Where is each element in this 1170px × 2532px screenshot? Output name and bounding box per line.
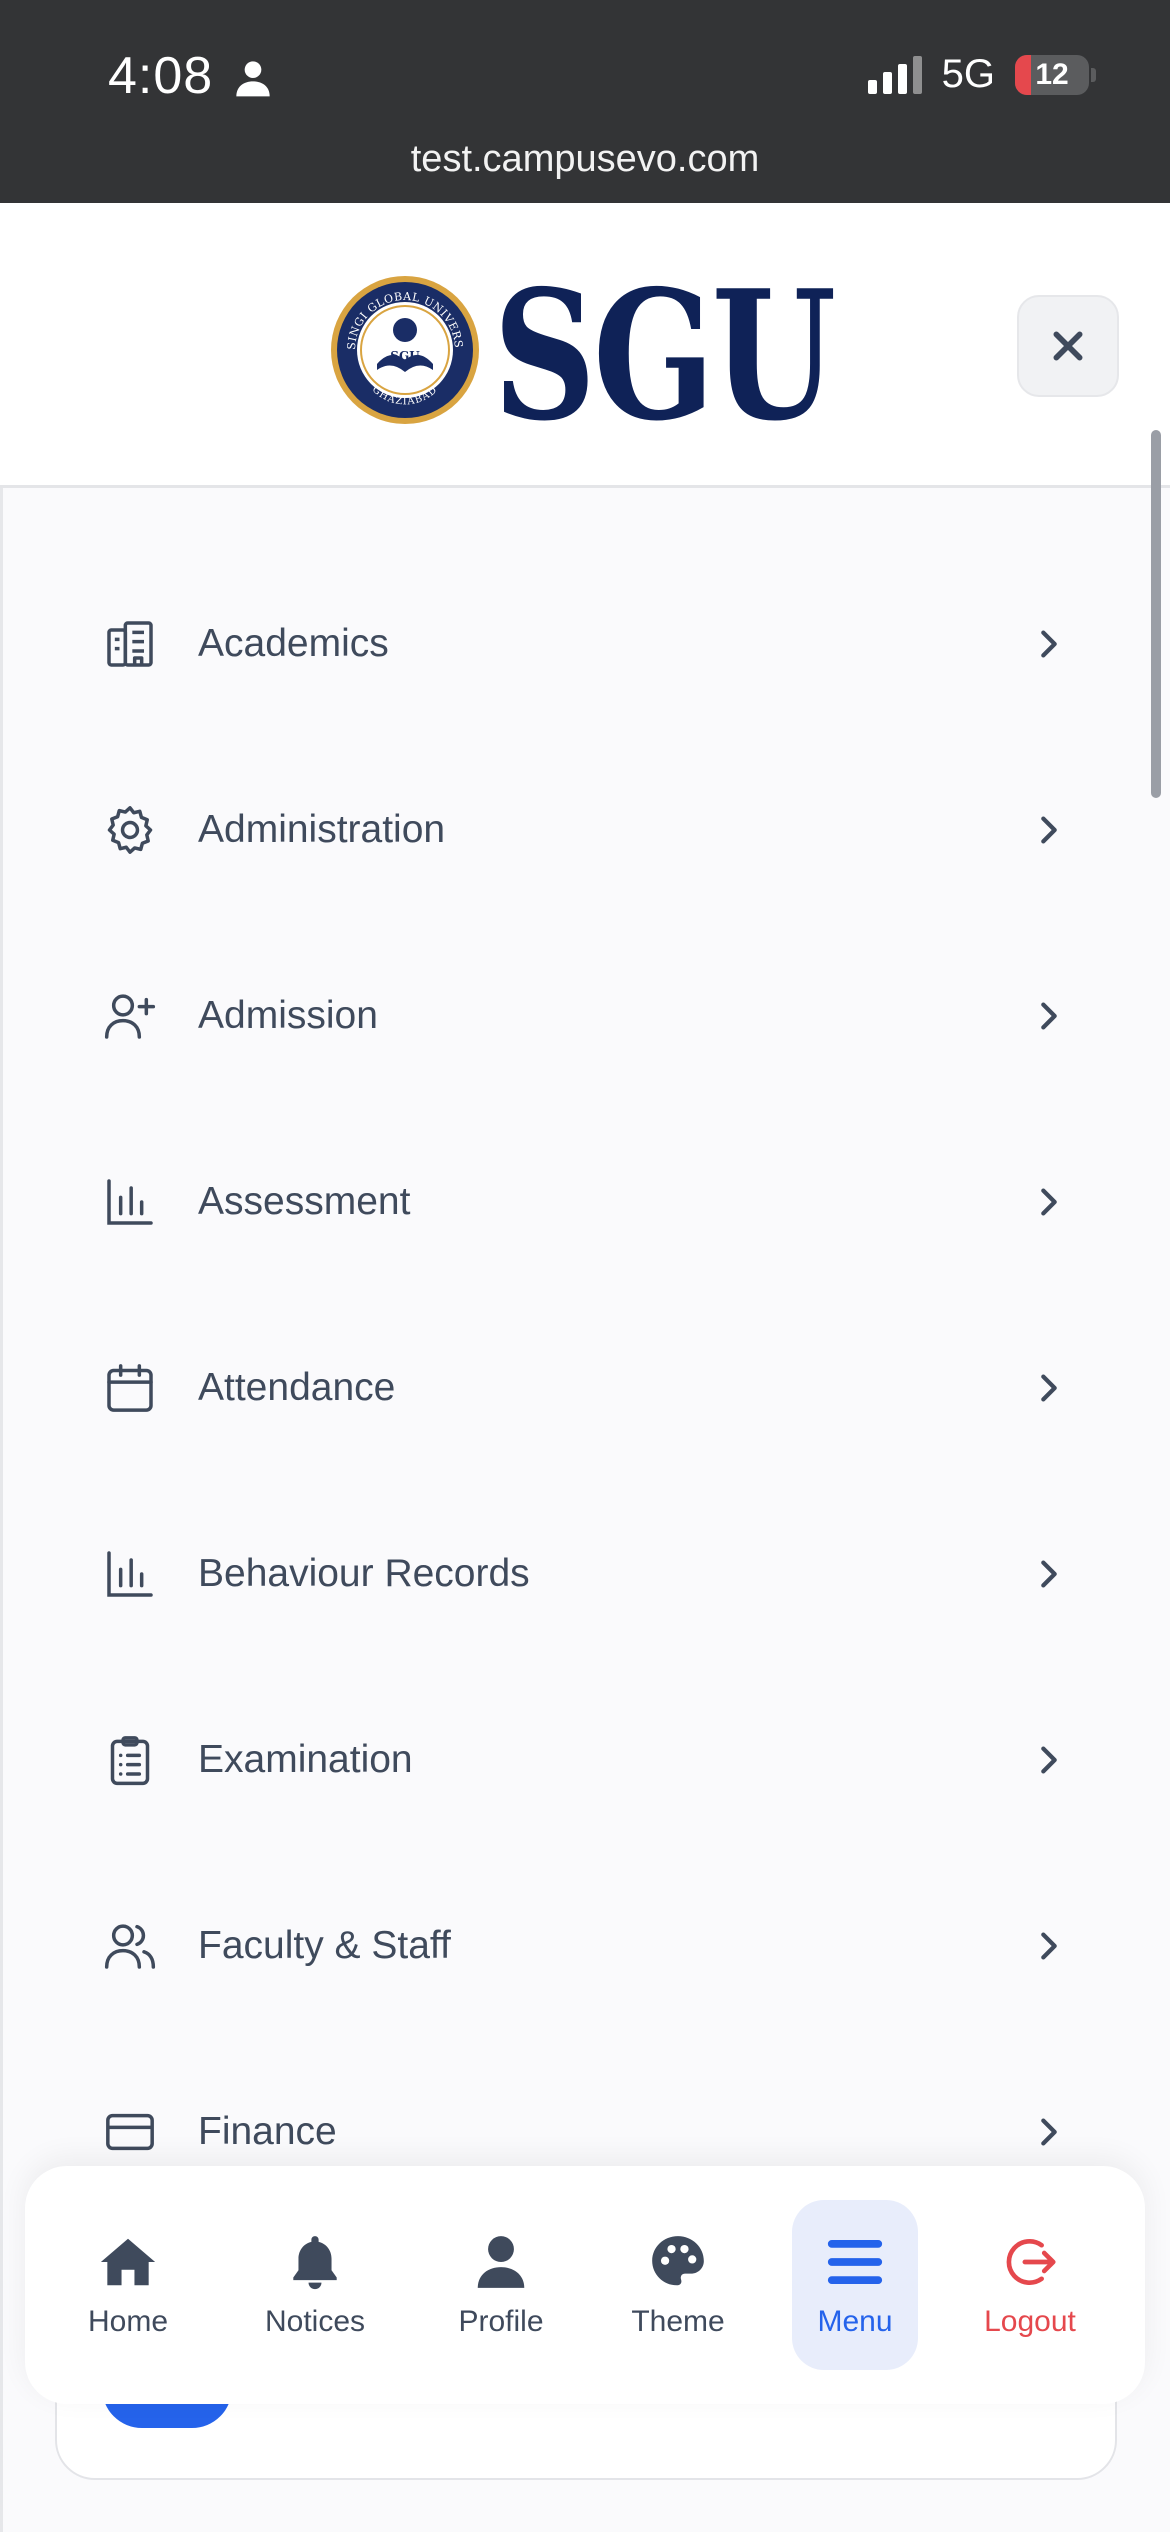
- chevron-right-icon: [1041, 2118, 1057, 2146]
- credit-card-icon: [106, 2113, 154, 2151]
- user-plus-icon: [104, 994, 156, 1039]
- status-indicators: 5G 12: [867, 52, 1096, 97]
- menu-item-behaviour-records[interactable]: Behaviour Records: [0, 1499, 1140, 1649]
- menu-item-attendance[interactable]: Attendance: [0, 1313, 1140, 1463]
- calendar-icon: [107, 1364, 153, 1412]
- status-bar: 4:08 5G 12 test.campusevo.com: [0, 0, 1170, 203]
- menu-item-label: Faculty & Staff: [198, 1924, 451, 1967]
- person-icon: [236, 61, 270, 97]
- menu-item-assessment[interactable]: Assessment: [0, 1127, 1140, 1277]
- nav-profile[interactable]: Profile: [436, 2166, 566, 2404]
- menu-item-faculty-staff[interactable]: Faculty & Staff: [0, 1871, 1140, 2021]
- close-icon: [1053, 331, 1083, 361]
- nav-theme[interactable]: Theme: [613, 2166, 743, 2404]
- menu-item-label: Behaviour Records: [198, 1552, 530, 1595]
- chevron-right-icon: [1041, 1932, 1057, 1960]
- menu-item-label: Attendance: [198, 1366, 396, 1409]
- menu-item-examination[interactable]: Examination: [0, 1685, 1140, 1835]
- battery-cap: [1091, 67, 1096, 82]
- home-icon: [100, 2238, 156, 2286]
- url-bar[interactable]: test.campusevo.com: [0, 138, 1170, 181]
- signal-icon: [867, 55, 922, 94]
- palette-icon: [652, 2236, 704, 2286]
- nav-label: Logout: [984, 2305, 1076, 2338]
- chevron-right-icon: [1041, 816, 1057, 844]
- nav-label: Profile: [458, 2305, 544, 2338]
- bottom-nav: Home Notices Profile Theme Menu Logout: [25, 2166, 1145, 2404]
- menu-icon: [827, 2240, 883, 2284]
- bell-icon: [293, 2236, 337, 2290]
- nav-label: Theme: [631, 2305, 725, 2338]
- network-type: 5G: [941, 52, 995, 96]
- nav-label: Home: [87, 2305, 169, 2338]
- users-icon: [104, 1924, 156, 1969]
- nav-notices[interactable]: Notices: [250, 2166, 380, 2404]
- nav-menu-active-bg: Menu: [792, 2200, 918, 2370]
- sgu-logo: SINGI GLOBAL UNIVERSITY GHAZIABAD SGU SG…: [325, 268, 838, 433]
- menu-item-label: Examination: [198, 1738, 413, 1781]
- close-button[interactable]: [1017, 295, 1119, 397]
- nav-logout[interactable]: Logout: [955, 2166, 1105, 2404]
- menu-item-admission[interactable]: Admission: [0, 941, 1140, 1091]
- battery-icon: 12: [1015, 54, 1089, 95]
- nav-label: Notices: [264, 2305, 366, 2338]
- status-time: 4:08: [108, 47, 214, 105]
- nav-menu[interactable]: Menu: [785, 2166, 925, 2404]
- menu-item-label: Assessment: [198, 1180, 411, 1223]
- battery-level: 12: [1035, 57, 1069, 91]
- user-icon: [477, 2236, 525, 2288]
- logout-icon: [1006, 2239, 1056, 2285]
- chevron-right-icon: [1041, 1560, 1057, 1588]
- scrollbar[interactable]: [1151, 430, 1161, 798]
- menu-item-academics[interactable]: Academics: [0, 569, 1140, 719]
- bar-chart-icon: [107, 1179, 153, 1225]
- menu-item-label: Academics: [198, 622, 389, 665]
- nav-home[interactable]: Home: [63, 2166, 193, 2404]
- nav-label: Menu: [817, 2305, 893, 2338]
- bar-chart-icon: [107, 1551, 153, 1597]
- clipboard-list-icon: [110, 1736, 150, 1786]
- gear-icon: [107, 806, 153, 854]
- menu-item-label: Admission: [198, 994, 378, 1037]
- chevron-right-icon: [1041, 1188, 1057, 1216]
- menu-item-label: Administration: [198, 808, 446, 851]
- menu-item-administration[interactable]: Administration: [0, 755, 1140, 905]
- chevron-right-icon: [1041, 1002, 1057, 1030]
- chevron-right-icon: [1041, 1374, 1057, 1402]
- chevron-right-icon: [1041, 630, 1057, 658]
- menu-item-label: Finance: [198, 2110, 337, 2153]
- svg-text:SGU: SGU: [390, 349, 420, 363]
- building-icon: [107, 621, 153, 667]
- logo-text: SGU: [493, 268, 834, 433]
- chevron-right-icon: [1041, 1746, 1057, 1774]
